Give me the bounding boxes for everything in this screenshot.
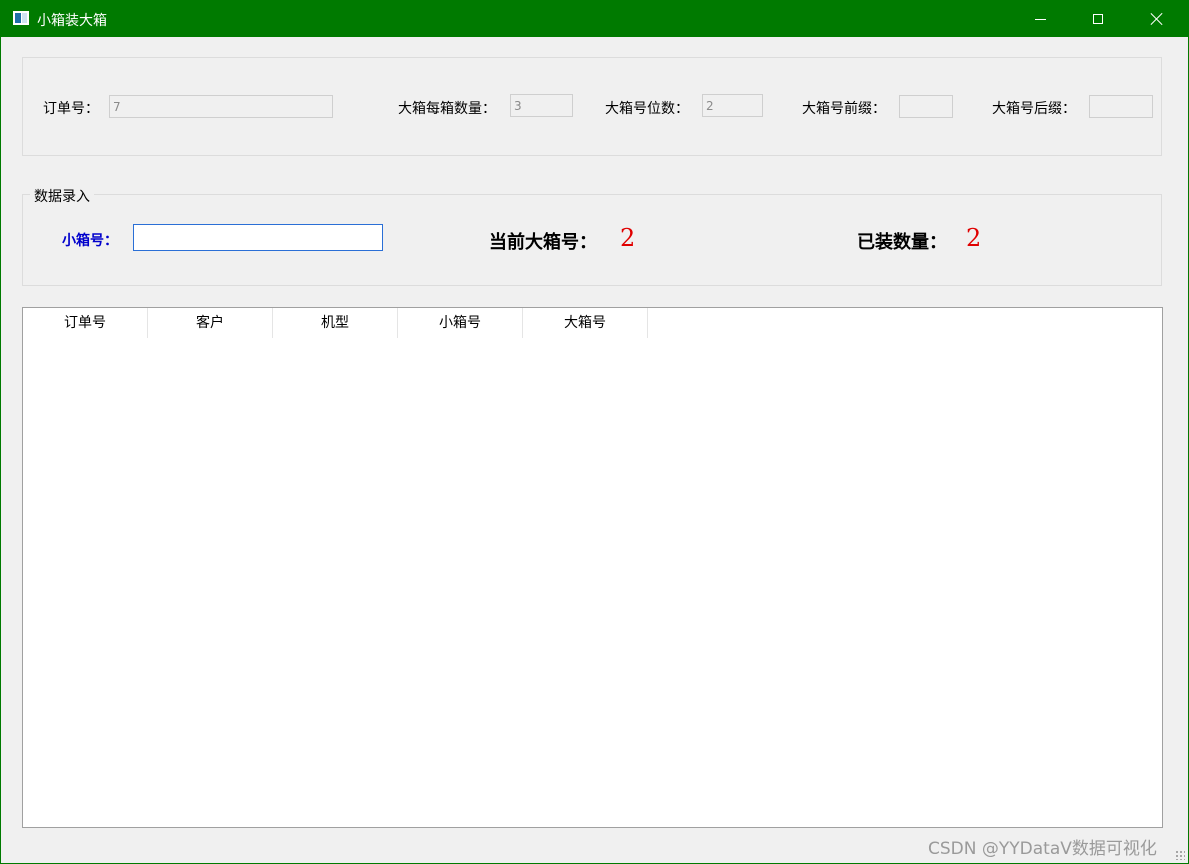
- column-header-small-box[interactable]: 小箱号: [398, 308, 523, 338]
- watermark-text: CSDN @YYDataV数据可视化: [928, 839, 1157, 859]
- data-entry-group-title: 数据录入: [30, 186, 94, 206]
- window-title: 小箱装大箱: [37, 13, 107, 29]
- maximize-icon: [1093, 14, 1103, 24]
- data-table[interactable]: 订单号 客户 机型 小箱号 大箱号: [22, 307, 1163, 828]
- order-number-field[interactable]: 7: [109, 95, 333, 118]
- title-bar[interactable]: 小箱装大箱: [1, 1, 1188, 37]
- table-header: 订单号 客户 机型 小箱号 大箱号: [23, 308, 648, 338]
- per-box-quantity-field[interactable]: 3: [510, 94, 573, 117]
- app-icon: [13, 11, 29, 25]
- close-icon: [1150, 12, 1164, 26]
- order-number-label: 订单号：: [43, 101, 99, 117]
- box-number-digits-field[interactable]: 2: [702, 94, 763, 117]
- column-header-order-number[interactable]: 订单号: [23, 308, 148, 338]
- close-button[interactable]: [1128, 1, 1186, 37]
- small-box-label: 小箱号：: [62, 233, 118, 249]
- box-number-digits-label: 大箱号位数：: [605, 101, 689, 117]
- current-big-box-value: 2: [620, 224, 636, 252]
- box-prefix-field[interactable]: [899, 95, 953, 118]
- box-prefix-label: 大箱号前缀：: [802, 101, 886, 117]
- minimize-button[interactable]: [1011, 1, 1069, 37]
- packed-count-value: 2: [966, 224, 982, 252]
- column-header-model[interactable]: 机型: [273, 308, 398, 338]
- per-box-quantity-label: 大箱每箱数量：: [398, 101, 496, 117]
- small-box-input[interactable]: [133, 224, 383, 251]
- minimize-icon: [1034, 18, 1046, 20]
- box-suffix-label: 大箱号后缀：: [992, 101, 1076, 117]
- resize-grip-icon[interactable]: [1175, 850, 1185, 860]
- column-header-big-box[interactable]: 大箱号: [523, 308, 648, 338]
- current-big-box-label: 当前大箱号：: [489, 232, 597, 253]
- box-suffix-field[interactable]: [1089, 95, 1153, 118]
- maximize-button[interactable]: [1069, 1, 1127, 37]
- packed-count-label: 已装数量：: [857, 232, 947, 253]
- column-header-customer[interactable]: 客户: [148, 308, 273, 338]
